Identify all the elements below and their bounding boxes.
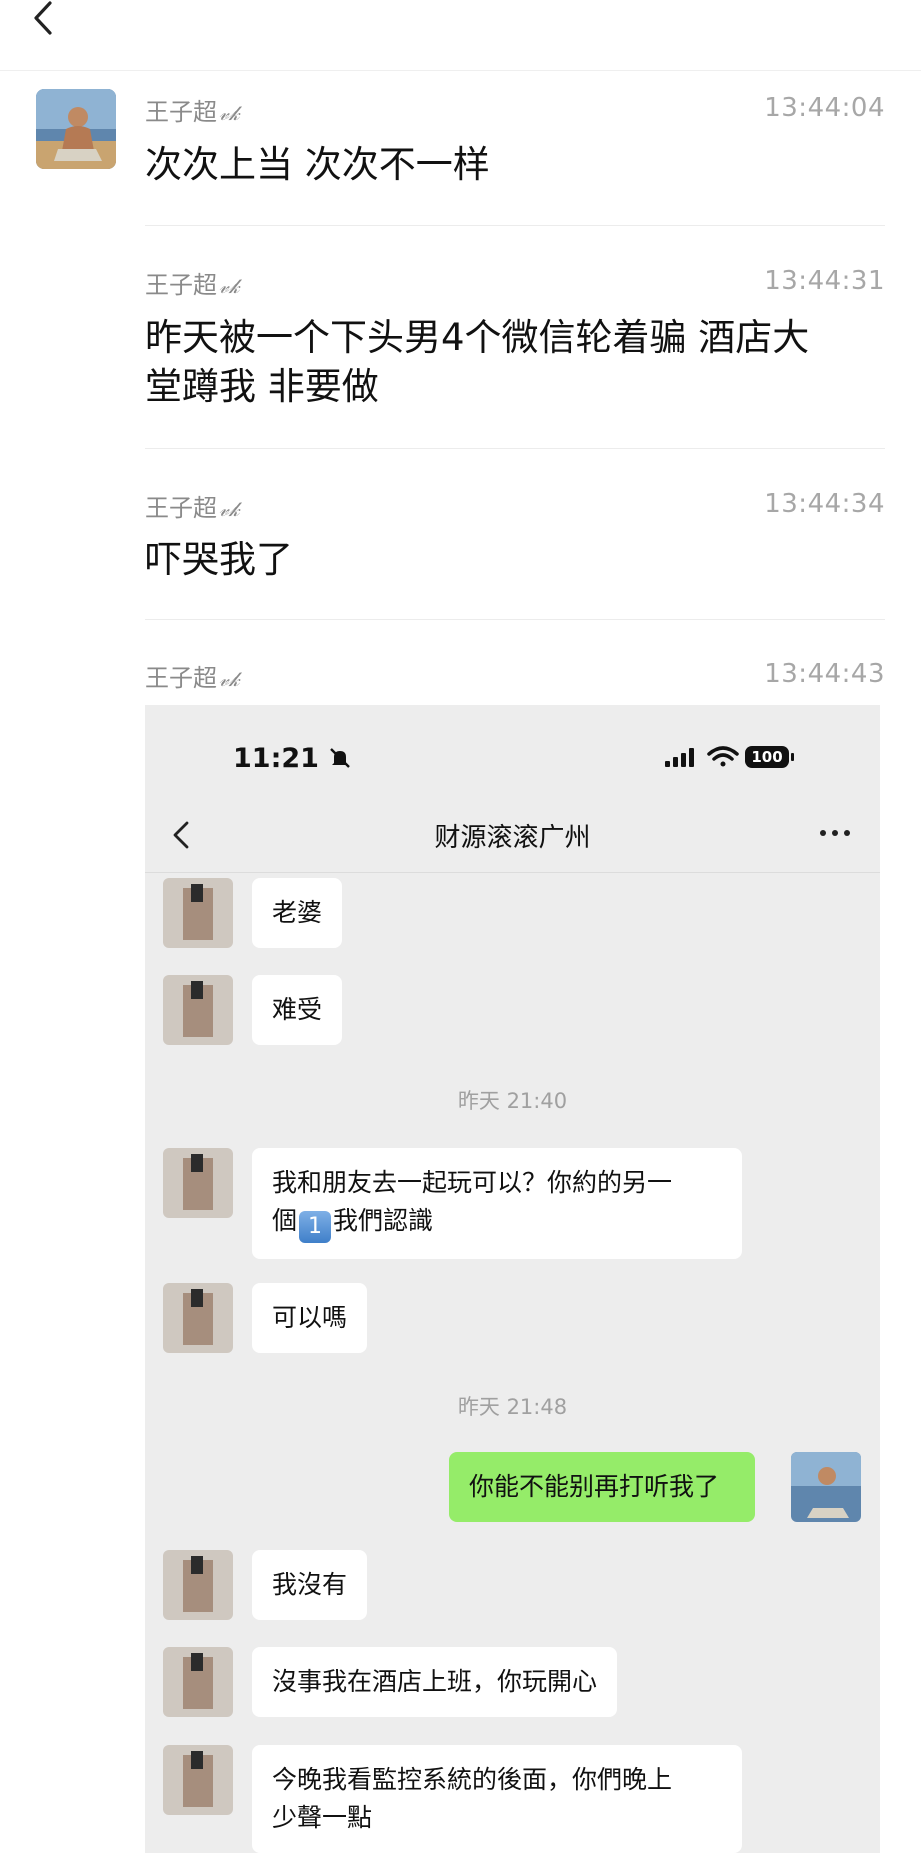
message-divider	[145, 448, 885, 449]
sender-name: 王子超 𝓋𝓀	[145, 271, 240, 299]
battery-level: 100	[751, 748, 783, 766]
chevron-left-icon	[34, 1, 52, 35]
sender-name: 王子超 𝓋𝓀	[145, 98, 240, 126]
chat-title: 财源滚滚广州	[434, 823, 591, 853]
message-time: 13:44:34	[764, 489, 885, 519]
bubble-line: 我和朋友去一起玩可以？你約的另一	[272, 1168, 673, 1197]
signal-icon	[665, 748, 694, 767]
header-divider	[0, 70, 921, 71]
message-bubble: 今晚我看監控系統的後面，你們晚上 少聲一點	[252, 1745, 742, 1853]
sender-name: 王子超 𝓋𝓀	[145, 494, 240, 522]
sender-name: 王子超 𝓋𝓀	[145, 664, 240, 692]
bubble-line: 少聲一點	[272, 1803, 373, 1832]
more-dots-icon	[820, 830, 850, 836]
contact-avatar[interactable]	[163, 975, 233, 1045]
message-time: 13:44:43	[764, 659, 885, 689]
message-text: 次次上当 次次不一样	[145, 143, 490, 186]
message-bubble: 我沒有	[252, 1550, 368, 1620]
attached-screenshot-image[interactable]: 11:21 100 财源滚滚广州 老婆 难受 昨天 21:40 我和朋友去一起玩…	[145, 705, 880, 1853]
verified-mark: 𝓋𝓀	[219, 497, 240, 521]
wifi-icon	[707, 746, 739, 767]
keycap-one-emoji: 1	[299, 1211, 332, 1243]
message-time: 13:44:04	[764, 93, 885, 123]
message-line: 昨天被一个下头男4个微信轮着骗 酒店大	[145, 316, 810, 359]
chat-back-button[interactable]	[167, 817, 197, 857]
message-time: 13:44:31	[764, 266, 885, 296]
sender-avatar[interactable]	[36, 89, 116, 169]
avatar-image	[36, 89, 116, 169]
my-avatar[interactable]	[791, 1452, 861, 1522]
contact-avatar[interactable]	[163, 1550, 233, 1620]
chevron-left-icon	[173, 821, 189, 849]
contact-avatar[interactable]	[163, 1647, 233, 1717]
message-text: 吓哭我了	[145, 538, 293, 581]
contact-avatar[interactable]	[163, 1283, 233, 1353]
back-button[interactable]	[28, 0, 68, 44]
message-divider	[145, 225, 885, 226]
message-bubble: 可以嗎	[252, 1283, 368, 1353]
more-button[interactable]	[815, 823, 855, 843]
status-icons: 100	[665, 741, 845, 775]
message-bubble: 沒事我在酒店上班，你玩開心	[252, 1647, 618, 1717]
message-divider	[145, 619, 885, 620]
contact-avatar[interactable]	[163, 878, 233, 948]
bell-muted-icon	[330, 748, 351, 768]
bubble-line: 個 1 我們認識	[272, 1202, 722, 1243]
verified-mark: 𝓋𝓀	[219, 101, 240, 125]
message-line: 堂蹲我 非要做	[145, 365, 379, 408]
verified-mark: 𝓋𝓀	[219, 667, 240, 691]
message-bubble: 老婆	[252, 878, 343, 948]
nav-divider	[145, 872, 880, 873]
bubble-line: 今晚我看監控系統的後面，你們晚上	[272, 1765, 673, 1794]
message-bubble: 我和朋友去一起玩可以？你約的另一 個 1 我們認識	[252, 1148, 742, 1259]
chat-timestamp: 昨天 21:48	[457, 1395, 568, 1419]
contact-avatar[interactable]	[163, 1148, 233, 1218]
outgoing-message-bubble: 你能不能别再打听我了	[449, 1452, 755, 1522]
verified-mark: 𝓋𝓀	[219, 274, 240, 298]
contact-avatar[interactable]	[163, 1745, 233, 1815]
status-bar-time: 11:21	[233, 743, 352, 774]
message-text: 昨天被一个下头男4个微信轮着骗 酒店大 堂蹲我 非要做	[145, 313, 875, 411]
chat-timestamp: 昨天 21:40	[457, 1089, 568, 1113]
message-bubble: 难受	[252, 975, 343, 1045]
